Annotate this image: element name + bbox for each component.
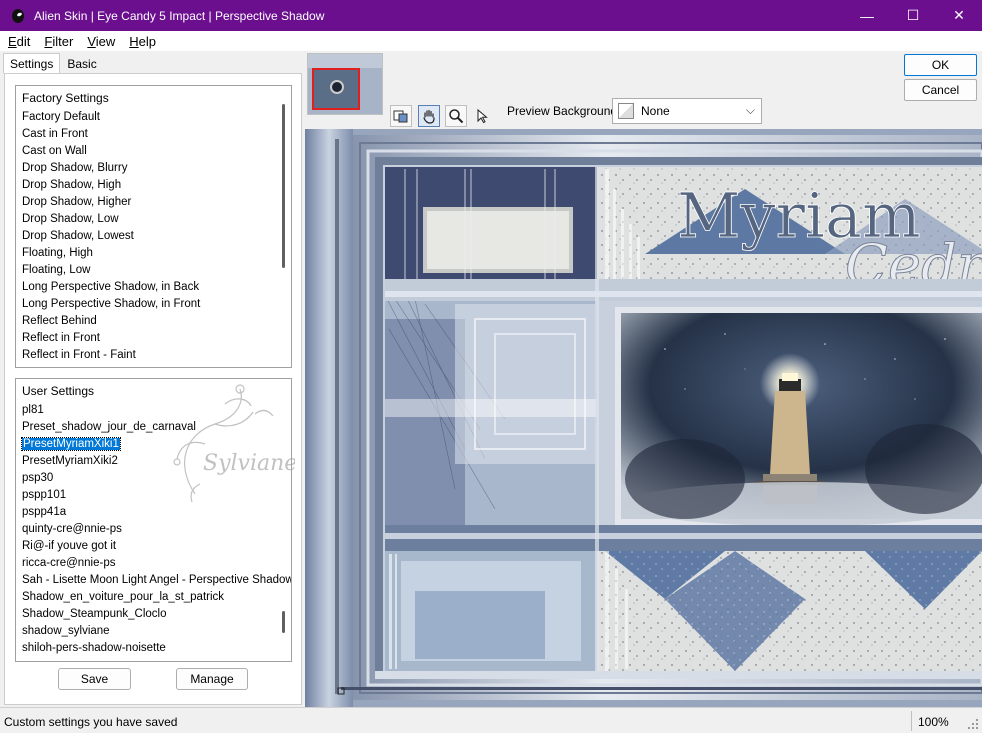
user-preset-item-label: shadow_sylviane xyxy=(22,625,110,637)
preview-canvas[interactable]: Myriam Cedric xyxy=(305,129,982,707)
user-preset-item-label: Ri@-if youve got it xyxy=(22,540,117,552)
factory-preset-item-label: Drop Shadow, High xyxy=(22,179,122,191)
user-preset-item-label: shiloh-pers-shadow-noisette xyxy=(22,642,166,654)
preview-toolbar: Preview Background: None ⌵ OK Cancel xyxy=(305,51,982,129)
user-preset-item-label: Shadow_Steampunk_Cloclo xyxy=(22,608,167,620)
settings-panel: Settings Basic Factory Settings Factory … xyxy=(0,51,305,707)
factory-preset-item[interactable]: Drop Shadow, Blurry xyxy=(16,160,291,177)
user-preset-item[interactable]: Shadow_Steampunk_Cloclo xyxy=(16,606,291,623)
maximize-button[interactable]: ☐ xyxy=(890,0,936,31)
factory-preset-item[interactable]: Reflect Behind xyxy=(16,313,291,330)
factory-preset-item[interactable]: Reflect in Front xyxy=(16,330,291,347)
factory-preset-item-label: Reflect in Front - Faint xyxy=(22,349,136,361)
navigator-viewport[interactable] xyxy=(312,68,360,110)
chevron-down-icon: ⌵ xyxy=(745,103,755,117)
user-preset-item-label: PresetMyriamXiki1 xyxy=(21,437,121,451)
factory-preset-item[interactable]: Cast in Front xyxy=(16,126,291,143)
status-bar: Custom settings you have saved 100% xyxy=(0,707,982,733)
user-preset-item[interactable]: ricca-cre@nnie-ps xyxy=(16,555,291,572)
factory-preset-item-label: Reflect Behind xyxy=(22,315,97,327)
menu-help[interactable]: Help xyxy=(121,34,162,49)
factory-preset-item-label: Reflect in Front xyxy=(22,332,100,344)
status-divider xyxy=(911,711,912,731)
factory-preset-item[interactable]: Drop Shadow, Lowest xyxy=(16,228,291,245)
background-swatch xyxy=(618,103,634,119)
preview-compare-tool[interactable] xyxy=(390,105,412,127)
user-preset-item-label: pl81 xyxy=(22,404,44,416)
user-preset-item-label: ricca-cre@nnie-ps xyxy=(22,557,116,569)
factory-preset-item-label: Long Perspective Shadow, in Back xyxy=(22,281,200,293)
user-preset-item-label: psp30 xyxy=(22,472,54,484)
status-text: Custom settings you have saved xyxy=(4,715,178,729)
zoom-tool[interactable] xyxy=(445,105,467,127)
factory-settings-header: Factory Settings xyxy=(22,91,109,105)
save-button[interactable]: Save xyxy=(58,668,131,690)
arrow-cursor-icon xyxy=(477,108,488,124)
factory-preset-item-label: Floating, Low xyxy=(22,264,91,276)
user-preset-item[interactable]: Sah - Lisette Moon Light Angel - Perspec… xyxy=(16,572,291,589)
preview-background-label: Preview Background: xyxy=(507,104,621,118)
factory-preset-item-label: Cast in Front xyxy=(22,128,88,140)
menu-edit[interactable]: Edit xyxy=(0,34,36,49)
close-button[interactable]: ✕ xyxy=(936,0,982,31)
user-preset-item-label: pspp41a xyxy=(22,506,67,518)
window-title: Alien Skin | Eye Candy 5 Impact | Perspe… xyxy=(34,8,325,23)
factory-preset-item[interactable]: Cast on Wall xyxy=(16,143,291,160)
select-tool[interactable] xyxy=(471,105,493,127)
user-preset-item-label: Shadow_en_voiture_pour_la_st_patrick xyxy=(22,591,225,603)
menu-view[interactable]: View xyxy=(79,34,121,49)
factory-preset-item[interactable]: Long Perspective Shadow, in Front xyxy=(16,296,291,313)
factory-preset-item-label: Drop Shadow, Blurry xyxy=(22,162,128,174)
factory-preset-item-label: Factory Default xyxy=(22,111,100,123)
user-preset-item[interactable]: Ri@-if youve got it xyxy=(16,538,291,555)
menu-filter[interactable]: Filter xyxy=(36,34,79,49)
factory-preset-item-label: Cast on Wall xyxy=(22,145,87,157)
manage-button[interactable]: Manage xyxy=(176,668,248,690)
preview-background-select[interactable]: None ⌵ xyxy=(612,98,762,124)
sylviane-watermark: Sylviane xyxy=(173,384,295,503)
menu-bar: Edit Filter View Help xyxy=(0,31,982,51)
title-bar: Alien Skin | Eye Candy 5 Impact | Perspe… xyxy=(0,0,982,31)
minimize-button[interactable]: — xyxy=(844,0,890,31)
tab-basic[interactable]: Basic xyxy=(60,53,103,74)
factory-preset-item[interactable]: Drop Shadow, Low xyxy=(16,211,291,228)
alien-skin-icon xyxy=(12,8,24,23)
factory-scrollbar[interactable] xyxy=(282,104,285,268)
factory-preset-item[interactable]: Reflect in Front - Faint xyxy=(16,347,291,364)
factory-preset-item-label: Floating, High xyxy=(22,247,93,259)
factory-preset-item[interactable]: Long Perspective Shadow, in Back xyxy=(16,279,291,296)
user-scrollbar[interactable] xyxy=(282,611,285,633)
preview-background-value: None xyxy=(641,104,670,118)
factory-preset-item-label: Long Perspective Shadow, in Front xyxy=(22,298,201,310)
tab-settings[interactable]: Settings xyxy=(3,53,61,74)
user-preset-item[interactable]: Shadow_en_voiture_pour_la_st_patrick xyxy=(16,589,291,606)
pan-tool[interactable] xyxy=(418,105,440,127)
factory-preset-item[interactable]: Floating, High xyxy=(16,245,291,262)
navigator-thumbnail[interactable] xyxy=(307,53,383,115)
factory-preset-item[interactable]: Drop Shadow, High xyxy=(16,177,291,194)
zoom-level: 100% xyxy=(918,715,949,729)
factory-preset-item-label: Drop Shadow, Lowest xyxy=(22,230,134,242)
ok-button[interactable]: OK xyxy=(904,54,977,76)
factory-preset-item-label: Drop Shadow, Low xyxy=(22,213,119,225)
factory-preset-item[interactable]: Floating, Low xyxy=(16,262,291,279)
factory-preset-item[interactable]: Factory Default xyxy=(16,109,291,126)
user-preset-item-label: Sah - Lisette Moon Light Angel - Perspec… xyxy=(22,574,292,586)
factory-preset-item-label: Drop Shadow, Higher xyxy=(22,196,132,208)
factory-settings-list[interactable]: Factory Settings Factory Default Cast in … xyxy=(15,85,292,368)
user-preset-item-label: pspp101 xyxy=(22,489,67,501)
user-preset-item-label: PresetMyriamXiki2 xyxy=(22,455,118,467)
compare-icon xyxy=(393,110,408,123)
user-preset-item-label: quinty-cre@nnie-ps xyxy=(22,523,122,535)
factory-preset-item[interactable]: Drop Shadow, Higher xyxy=(16,194,291,211)
settings-tab-body: Factory Settings Factory Default Cast in … xyxy=(4,73,302,705)
magnifier-icon xyxy=(449,109,464,124)
hand-icon xyxy=(423,109,435,124)
user-preset-item[interactable]: shadow_sylviane xyxy=(16,623,291,640)
cancel-button[interactable]: Cancel xyxy=(904,79,977,101)
preview-image: Myriam Cedric xyxy=(305,129,982,707)
user-preset-item[interactable]: shiloh-pers-shadow-noisette xyxy=(16,640,291,657)
resize-grip-icon[interactable] xyxy=(968,719,978,729)
svg-text:Sylviane: Sylviane xyxy=(203,451,295,476)
